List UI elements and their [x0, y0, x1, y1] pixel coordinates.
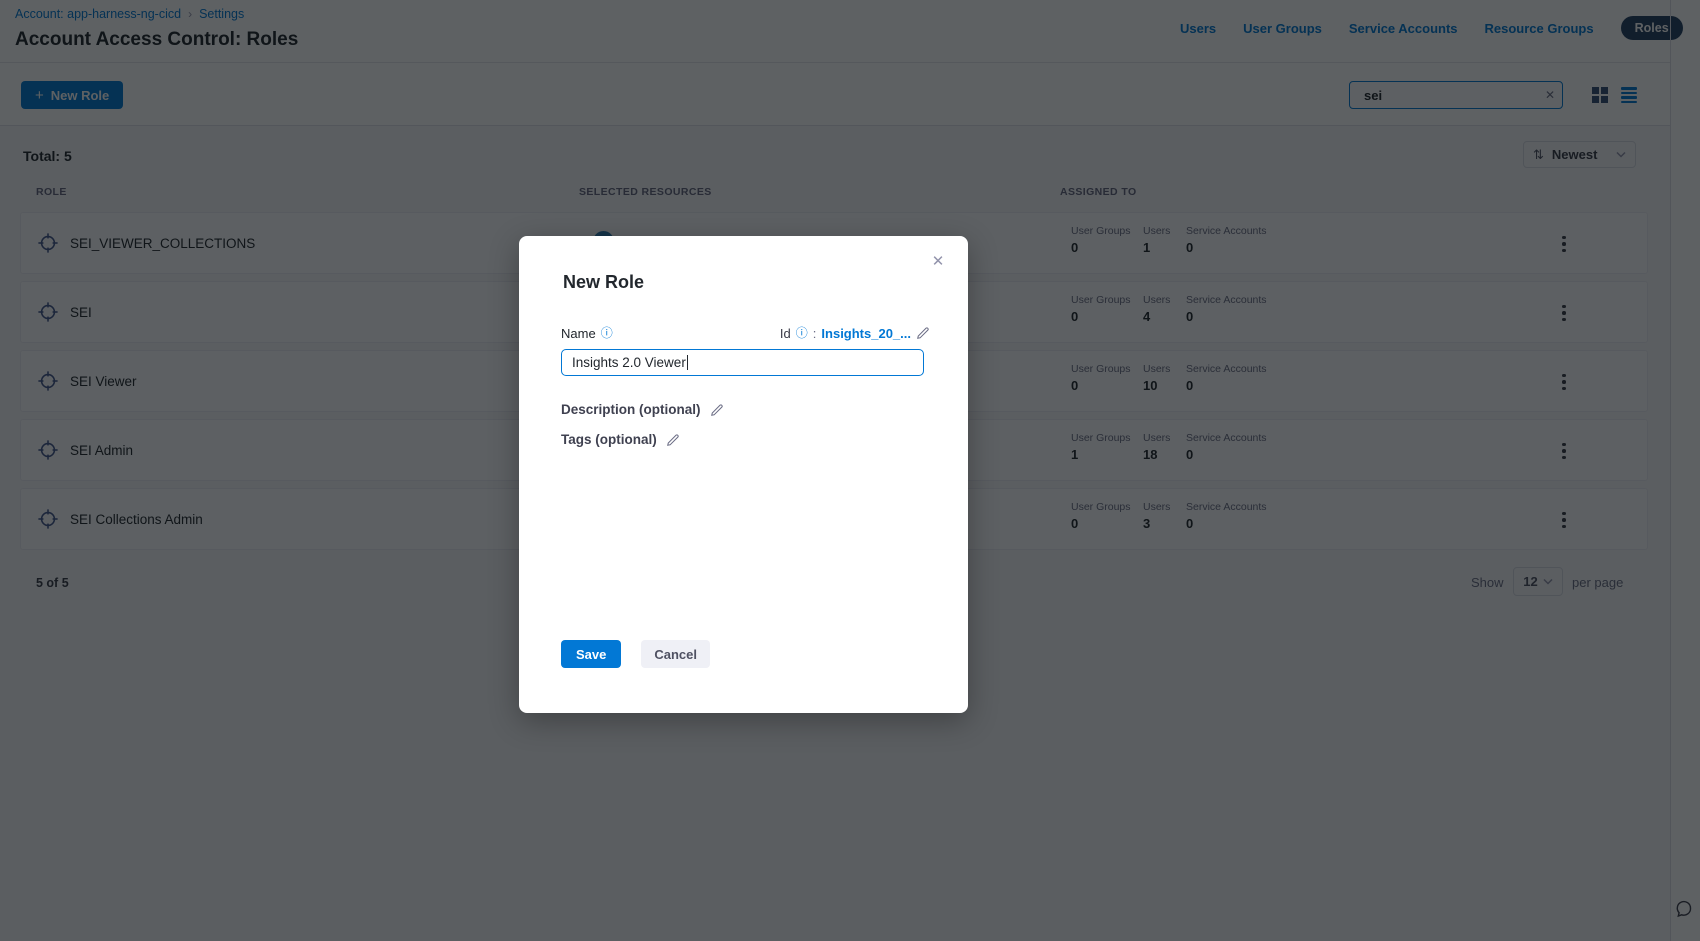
edit-id-pencil-icon[interactable] — [916, 326, 930, 340]
info-icon[interactable]: ⓘ — [796, 327, 808, 339]
new-role-modal: ✕ New Role Name ⓘ Id ⓘ : Insights_20_...… — [519, 236, 968, 713]
info-icon[interactable]: ⓘ — [601, 327, 613, 339]
role-name-value: Insights 2.0 Viewer — [572, 355, 686, 370]
modal-title: New Role — [563, 272, 644, 293]
id-label: Id — [780, 326, 791, 341]
description-label: Description (optional) — [561, 402, 701, 417]
role-id-value[interactable]: Insights_20_... — [821, 326, 911, 341]
id-colon: : — [813, 326, 817, 341]
tags-label: Tags (optional) — [561, 432, 657, 447]
role-name-input[interactable]: Insights 2.0 Viewer — [561, 349, 924, 376]
text-caret — [687, 355, 689, 370]
cancel-button[interactable]: Cancel — [641, 640, 710, 668]
save-button[interactable]: Save — [561, 640, 621, 668]
edit-description-pencil-icon[interactable] — [710, 403, 724, 417]
edit-tags-pencil-icon[interactable] — [666, 433, 680, 447]
close-icon[interactable]: ✕ — [927, 250, 949, 272]
name-label: Name — [561, 326, 596, 341]
